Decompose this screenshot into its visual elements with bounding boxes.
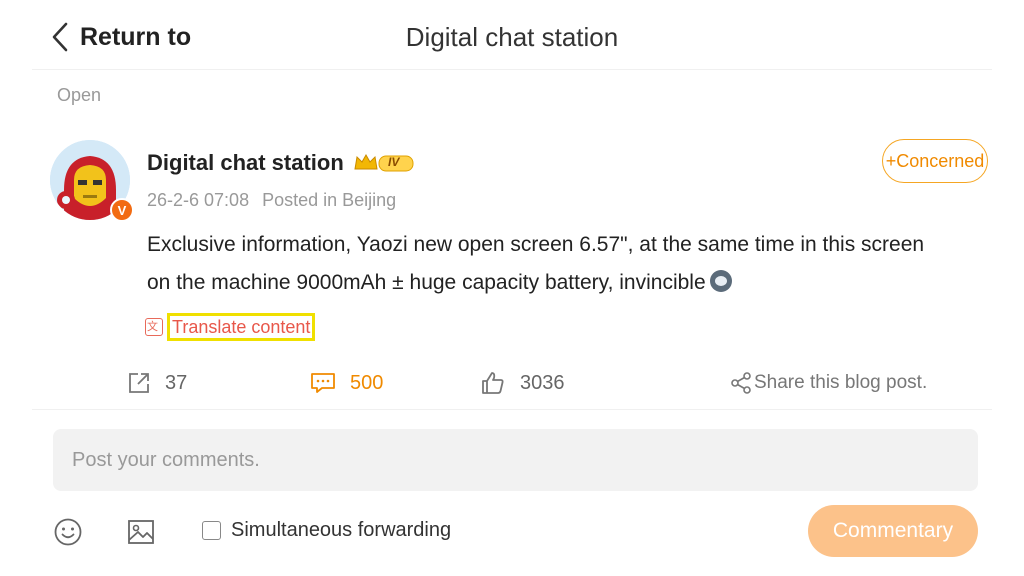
vip-level: IV (388, 155, 400, 169)
top-bar: Return to Digital chat station (32, 0, 992, 70)
page-title: Digital chat station (405, 22, 619, 52)
forward-checkbox-row[interactable]: Simultaneous forwarding (202, 519, 451, 542)
share-label: Share this blog post. (754, 372, 928, 393)
translate-link[interactable]: Translate content (167, 313, 316, 341)
composer-toolbar: Simultaneous forwarding Commentary (32, 505, 992, 561)
vip-badge (352, 151, 418, 175)
share-icon (731, 372, 751, 394)
image-icon[interactable] (126, 517, 156, 547)
crown-icon (354, 153, 414, 172)
comment-count: 500 (350, 371, 384, 394)
thumbs-up-icon (482, 372, 504, 394)
follow-button[interactable]: +Concerned (882, 139, 988, 183)
translate-icon (145, 318, 163, 336)
comment-input[interactable]: Post your comments. (53, 429, 978, 491)
share-arrow-icon (129, 373, 149, 393)
like-button[interactable]: 3036 (480, 360, 565, 406)
section-label: Open (57, 85, 102, 105)
post-location: Posted in Beijing (262, 190, 397, 210)
repost-count: 37 (165, 371, 188, 394)
post-meta: 26-2-6 07:08 Posted in Beijing (147, 190, 396, 211)
forward-label: Simultaneous forwarding (231, 519, 452, 541)
author-name[interactable]: Digital chat station (147, 150, 344, 176)
like-count: 3036 (520, 371, 565, 394)
action-bar: 37 500 3036 Share this blog post. (32, 360, 992, 410)
submit-comment-button[interactable]: Commentary (808, 505, 978, 557)
post-timestamp: 26-2-6 07:08 (147, 190, 250, 210)
author-row: Digital chat station (147, 150, 418, 176)
comment-button[interactable]: 500 (310, 360, 383, 406)
smiley-icon[interactable] (53, 517, 83, 547)
post-content: Exclusive information, Yaozi new open sc… (147, 226, 937, 302)
share-button[interactable]: Share this blog post. (730, 360, 927, 406)
forward-checkbox[interactable] (202, 521, 221, 540)
post-text: Exclusive information, Yaozi new open sc… (147, 233, 925, 294)
comment-icon (311, 373, 335, 393)
repost-button[interactable]: 37 (127, 360, 187, 406)
emoji-icon (709, 270, 732, 292)
post-page: Return to Digital chat station Open V Di… (32, 0, 992, 576)
translate-row: Translate content (145, 313, 316, 341)
verified-badge: V (110, 198, 134, 222)
